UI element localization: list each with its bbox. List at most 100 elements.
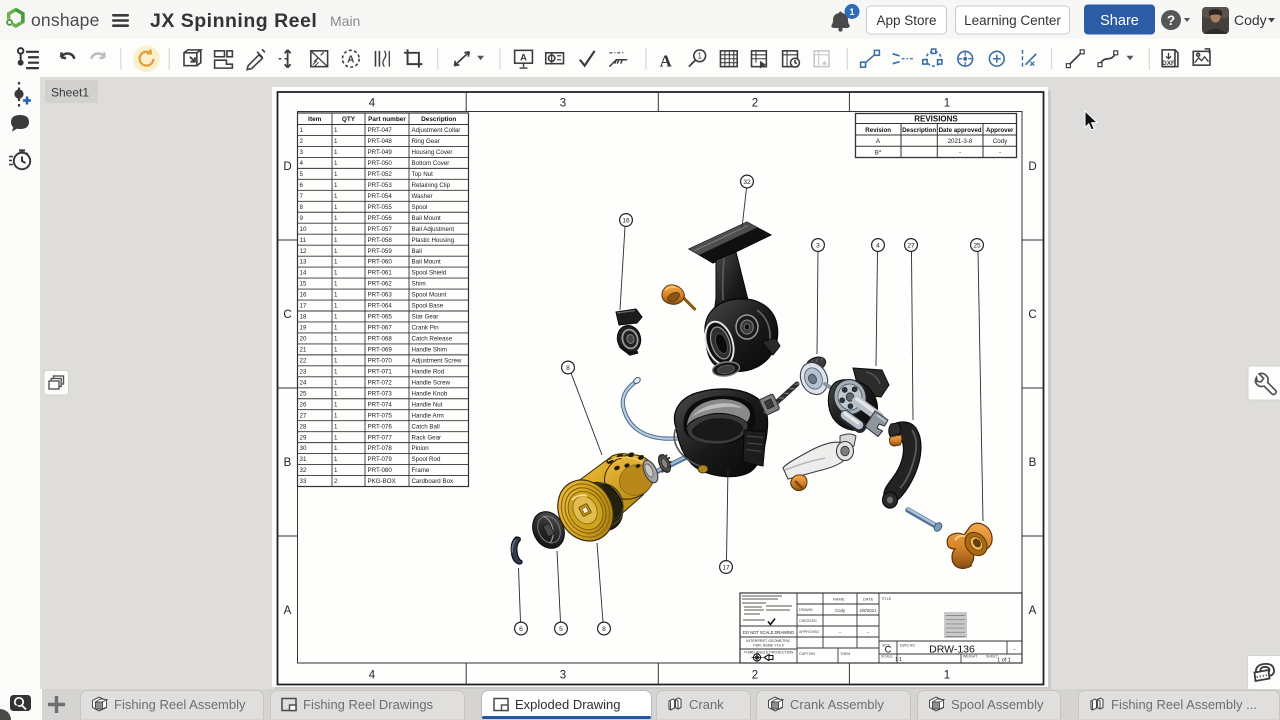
svg-text:1: 1	[944, 670, 950, 682]
svg-text:App Store: App Store	[876, 13, 936, 28]
svg-text:B*: B*	[875, 149, 882, 156]
svg-text:1: 1	[334, 434, 338, 441]
svg-text:1: 1	[849, 7, 855, 18]
svg-text:PRT-068: PRT-068	[368, 336, 393, 343]
svg-text:Bail Mount: Bail Mount	[412, 215, 442, 222]
svg-text:3: 3	[560, 670, 566, 682]
svg-text:1: 1	[334, 248, 338, 255]
svg-text:B: B	[1029, 457, 1037, 469]
svg-text:PRT-077: PRT-077	[368, 434, 393, 441]
svg-text:20: 20	[300, 336, 307, 343]
svg-text:PRT-062: PRT-062	[368, 281, 393, 288]
svg-text:Spool Shield: Spool Shield	[412, 270, 447, 277]
svg-text:1: 1	[334, 160, 338, 167]
svg-text:APPROVED: APPROVED	[799, 630, 819, 634]
svg-text:Plastic Housing: Plastic Housing	[412, 237, 455, 244]
svg-text:1: 1	[334, 314, 338, 321]
svg-text:1: 1	[334, 347, 338, 354]
svg-text:8: 8	[300, 204, 304, 211]
svg-text:PRT-050: PRT-050	[368, 160, 393, 167]
svg-text:23: 23	[300, 368, 307, 375]
svg-text:PRT-049: PRT-049	[368, 149, 393, 156]
svg-text:8: 8	[602, 626, 606, 633]
svg-text:4: 4	[300, 160, 304, 167]
svg-text:D: D	[283, 161, 291, 173]
svg-text:1: 1	[334, 182, 338, 189]
svg-text:Main: Main	[330, 13, 360, 29]
svg-text:PRT-078: PRT-078	[368, 445, 393, 452]
svg-text:PRT-071: PRT-071	[368, 368, 393, 375]
svg-text:PRT-063: PRT-063	[368, 292, 393, 299]
svg-text:1: 1	[334, 368, 338, 375]
svg-text:PRT-070: PRT-070	[368, 357, 393, 364]
svg-text:4: 4	[369, 98, 376, 110]
svg-text:THIRD ANGLE PROJECTION: THIRD ANGLE PROJECTION	[744, 651, 794, 655]
svg-text:1: 1	[334, 456, 338, 463]
svg-text:DRAWN: DRAWN	[799, 608, 813, 612]
svg-text:22: 22	[300, 357, 307, 364]
svg-text:1: 1	[334, 215, 338, 222]
svg-text:Part number: Part number	[368, 116, 406, 123]
svg-text:NAME: NAME	[833, 597, 845, 602]
svg-text:PRT-065: PRT-065	[368, 314, 393, 321]
svg-text:Housing Cover: Housing Cover	[412, 149, 453, 156]
svg-text:Cody: Cody	[835, 608, 846, 613]
svg-text:1: 1	[334, 237, 338, 244]
svg-text:1: 1	[334, 390, 338, 397]
svg-text:3: 3	[560, 98, 566, 110]
svg-text:19: 19	[300, 325, 307, 332]
svg-text:Rack Gear: Rack Gear	[412, 434, 442, 441]
svg-text:Handle Knob: Handle Knob	[412, 390, 448, 397]
svg-text:Handle Arm: Handle Arm	[412, 412, 444, 419]
svg-text:A: A	[284, 605, 292, 617]
svg-text:Revision: Revision	[865, 127, 891, 134]
svg-text:3: 3	[816, 242, 820, 249]
svg-text:4: 4	[876, 242, 880, 249]
svg-text:PRT-069: PRT-069	[368, 347, 393, 354]
svg-text:1: 1	[334, 193, 338, 200]
svg-text:1: 1	[334, 171, 338, 178]
svg-text:5: 5	[300, 171, 304, 178]
svg-text:31: 31	[300, 456, 307, 463]
svg-text:Sheet1: Sheet1	[51, 86, 89, 100]
svg-text:D: D	[1028, 161, 1036, 173]
svg-text:onshape: onshape	[31, 10, 100, 30]
svg-text:32: 32	[300, 467, 307, 474]
svg-text:Learning Center: Learning Center	[964, 13, 1061, 28]
svg-text:14: 14	[300, 270, 307, 277]
svg-text:-: -	[999, 149, 1001, 156]
svg-text:16: 16	[622, 217, 630, 224]
svg-text:Star Gear: Star Gear	[412, 314, 439, 321]
svg-text:17: 17	[300, 303, 307, 310]
svg-text:Retaining Clip: Retaining Clip	[412, 182, 451, 189]
svg-text:Ring Gear: Ring Gear	[412, 138, 440, 145]
svg-text:2021-3-8: 2021-3-8	[948, 138, 973, 145]
svg-text:PRT-064: PRT-064	[368, 303, 393, 310]
svg-text:1: 1	[334, 259, 338, 266]
svg-text:12: 12	[300, 248, 307, 255]
svg-text:11: 11	[300, 237, 307, 244]
svg-text:1: 1	[300, 127, 304, 134]
svg-text:DXF: DXF	[1162, 60, 1175, 67]
svg-text:1 of 1: 1 of 1	[997, 658, 1011, 664]
svg-text:PRT-047: PRT-047	[368, 127, 393, 134]
svg-text:10: 10	[300, 226, 307, 233]
svg-text:21: 21	[300, 347, 307, 354]
svg-text:1: 1	[944, 98, 950, 110]
svg-text:Bail: Bail	[412, 248, 422, 255]
svg-text:PRT-061: PRT-061	[368, 270, 393, 277]
svg-text:27: 27	[300, 412, 307, 419]
svg-text:Share: Share	[1100, 13, 1139, 29]
svg-text:-: -	[1014, 647, 1016, 653]
svg-text:1: 1	[334, 127, 338, 134]
svg-text:PRT-056: PRT-056	[368, 215, 393, 222]
svg-text:1: 1	[334, 423, 338, 430]
svg-text:INTERPRET GEOMETRIC: INTERPRET GEOMETRIC	[746, 639, 791, 643]
svg-text:Spool: Spool	[412, 204, 428, 211]
svg-text:24: 24	[300, 379, 307, 386]
svg-text:SHEET: SHEET	[986, 655, 999, 659]
svg-text:17: 17	[722, 564, 730, 571]
svg-text:C: C	[283, 309, 291, 321]
svg-text:CAPTION: CAPTION	[799, 652, 815, 656]
svg-text:1: 1	[334, 204, 338, 211]
